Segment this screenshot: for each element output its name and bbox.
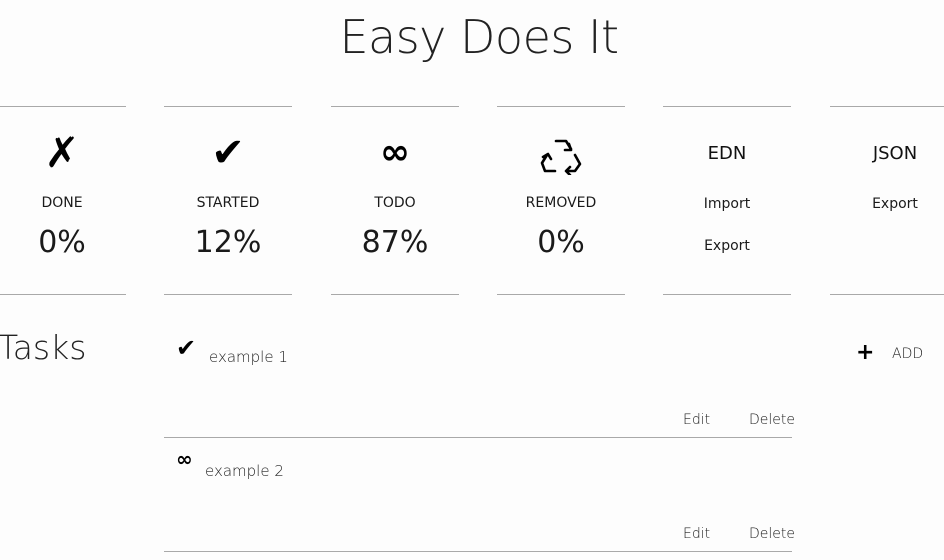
edn-import-link[interactable]: Import	[663, 196, 791, 212]
task-item: ✔ example 1 Edit Delete	[164, 334, 795, 438]
x-mark-icon: ✗	[44, 128, 80, 177]
stat-value: 12%	[194, 225, 262, 260]
task-name: example 1	[209, 348, 288, 366]
check-mark-icon: ✔	[211, 130, 245, 176]
stat-card-done: ✗ DONE 0%	[0, 106, 126, 295]
stat-label: REMOVED	[525, 195, 597, 211]
task-item: ∞ example 2 Edit Delete	[164, 447, 795, 552]
task-name: example 2	[205, 462, 284, 480]
recycle-icon	[497, 131, 625, 175]
infinity-icon: ∞	[176, 447, 193, 471]
delete-button[interactable]: Delete	[749, 412, 795, 428]
add-task-label: ADD	[892, 346, 924, 362]
edn-export-link[interactable]: Export	[663, 238, 791, 254]
check-mark-icon: ✔	[176, 334, 197, 362]
json-export-link[interactable]: Export	[830, 196, 944, 212]
edn-heading: EDN	[707, 143, 747, 164]
stat-card-todo: ∞ TODO 87%	[331, 106, 459, 295]
app-root: Easy Does It ✗ DONE 0% ✔ STARTED 12% ∞ T…	[0, 0, 944, 560]
json-panel: JSON Export	[830, 106, 944, 295]
delete-button[interactable]: Delete	[749, 526, 795, 542]
stat-label: STARTED	[196, 195, 260, 211]
json-heading: JSON	[872, 143, 918, 164]
edn-panel: EDN Import Export	[663, 106, 791, 295]
stat-value: 0%	[537, 225, 585, 260]
edit-button[interactable]: Edit	[683, 526, 710, 542]
stat-value: 87%	[361, 225, 429, 260]
stat-label: DONE	[41, 195, 83, 211]
infinity-icon: ∞	[380, 132, 410, 173]
page-title: Easy Does It	[339, 10, 619, 64]
plus-icon: +	[856, 340, 875, 365]
stat-card-removed: REMOVED 0%	[497, 106, 625, 295]
stat-label: TODO	[374, 195, 416, 211]
tasks-heading: Tasks	[0, 328, 87, 367]
stat-value: 0%	[38, 225, 86, 260]
stat-card-started: ✔ STARTED 12%	[164, 106, 292, 295]
edit-button[interactable]: Edit	[683, 412, 710, 428]
add-task-button[interactable]: + ADD	[856, 342, 926, 366]
